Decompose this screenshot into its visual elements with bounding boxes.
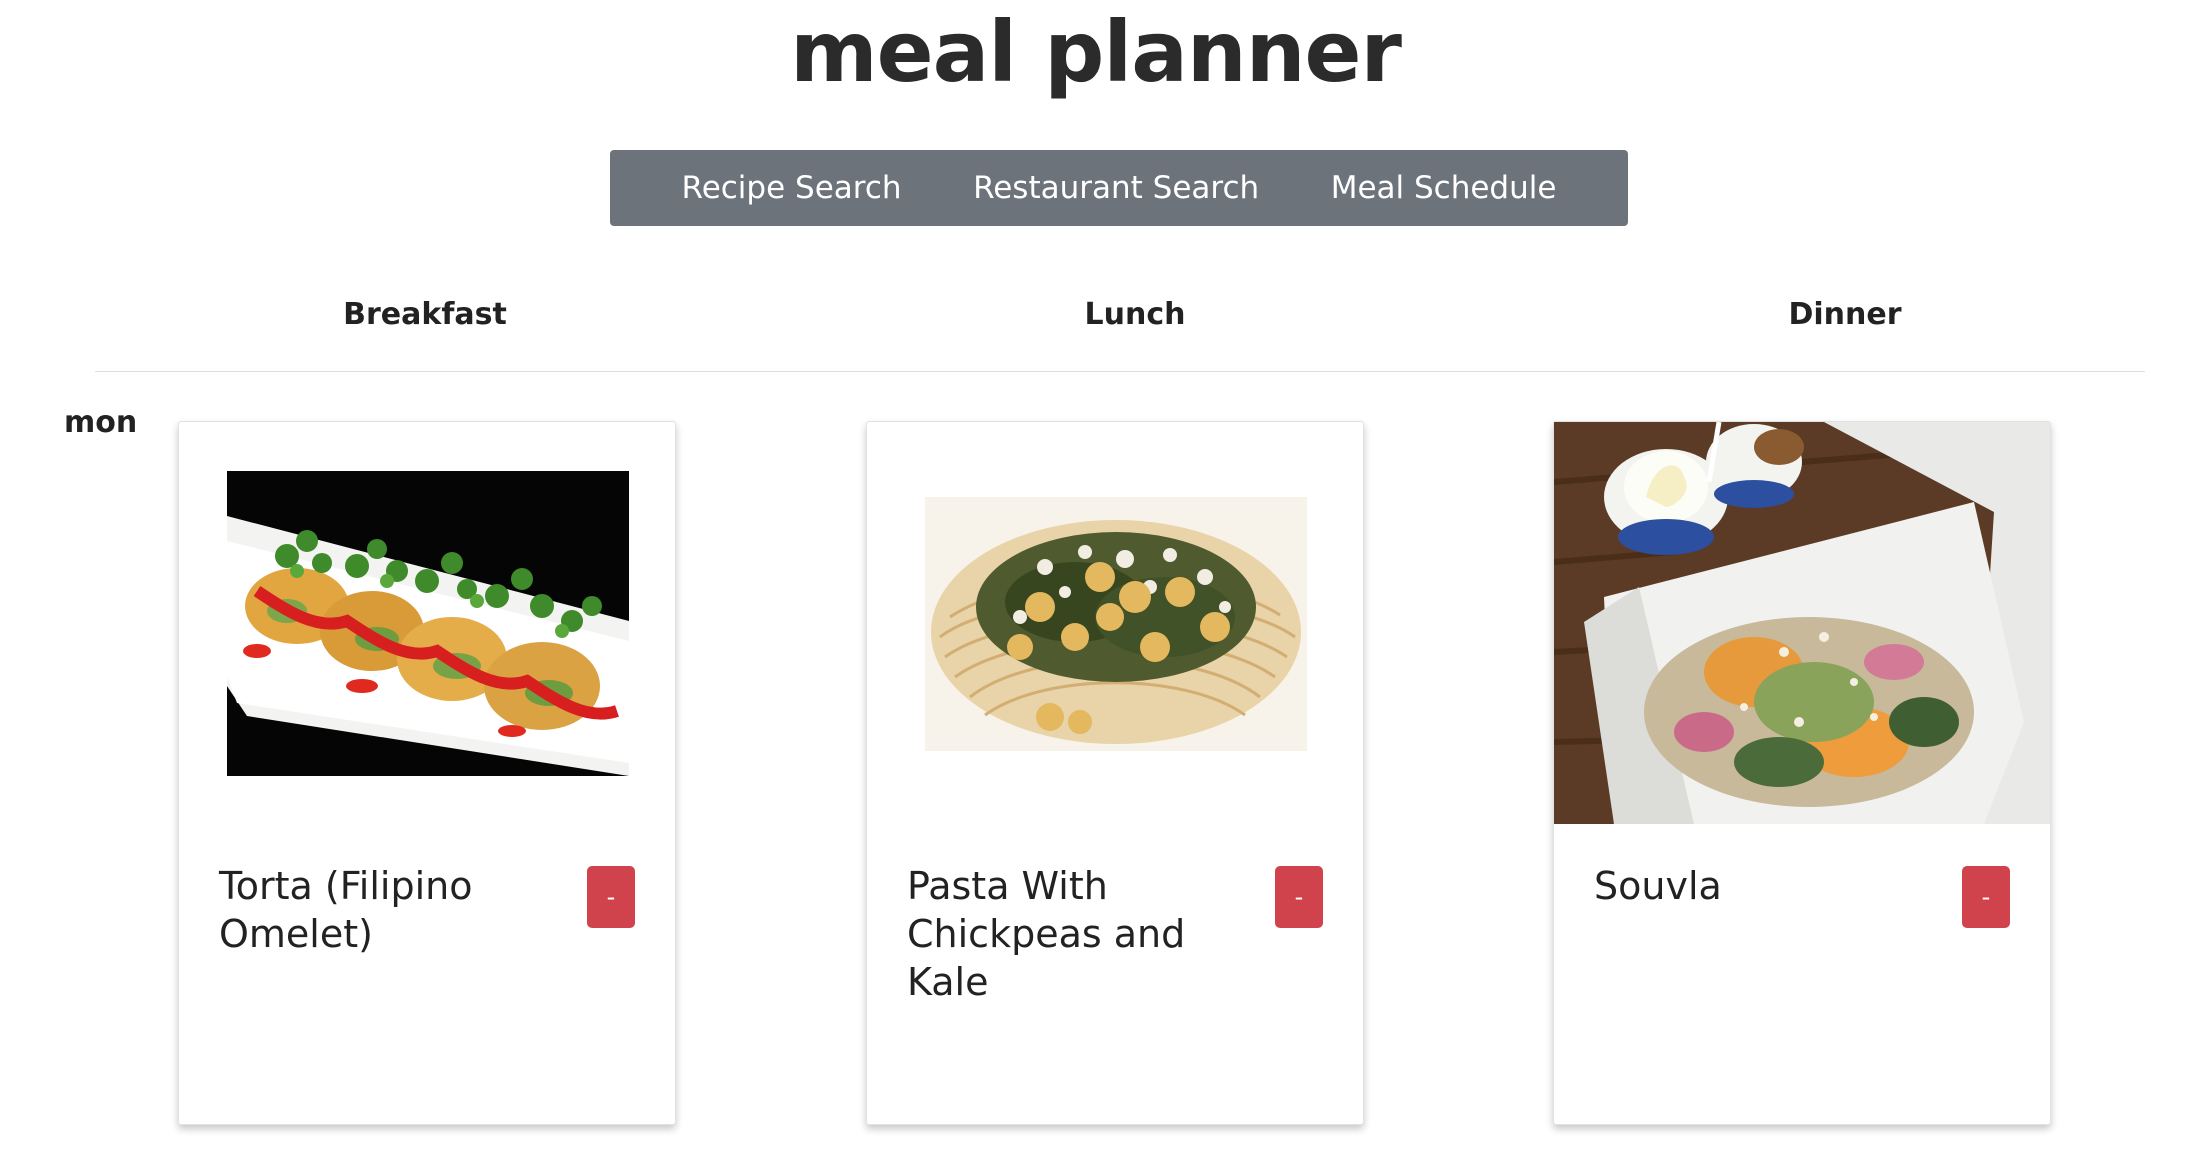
header-divider: [95, 371, 2145, 372]
page-title: meal planner: [790, 3, 1402, 101]
nav-meal-schedule[interactable]: Meal Schedule: [1331, 170, 1557, 206]
column-header-lunch: Lunch: [1084, 297, 1186, 332]
column-header-breakfast: Breakfast: [343, 297, 507, 332]
column-header-dinner: Dinner: [1788, 297, 1902, 332]
remove-meal-button[interactable]: -: [1962, 866, 2010, 928]
meal-image-souvla: [1554, 422, 2050, 824]
meal-title: Torta (Filipino Omelet): [219, 864, 473, 956]
remove-meal-button[interactable]: -: [587, 866, 635, 928]
meal-card-breakfast[interactable]: Torta (Filipino Omelet) -: [178, 421, 676, 1125]
meal-card-lunch[interactable]: Pasta With Chickpeas and Kale -: [866, 421, 1364, 1125]
meal-title: Pasta With Chickpeas and Kale: [907, 864, 1186, 1004]
meal-card-dinner[interactable]: Souvla -: [1553, 421, 2051, 1125]
meal-title: Souvla: [1594, 864, 1722, 908]
main-nav: Recipe Search Restaurant Search Meal Sch…: [610, 150, 1628, 226]
day-label-mon: mon: [64, 405, 138, 440]
meal-image-pasta: [925, 497, 1307, 751]
meal-image-omelet: [227, 471, 629, 776]
remove-meal-button[interactable]: -: [1275, 866, 1323, 928]
nav-recipe-search[interactable]: Recipe Search: [682, 170, 902, 206]
nav-restaurant-search[interactable]: Restaurant Search: [973, 170, 1259, 206]
